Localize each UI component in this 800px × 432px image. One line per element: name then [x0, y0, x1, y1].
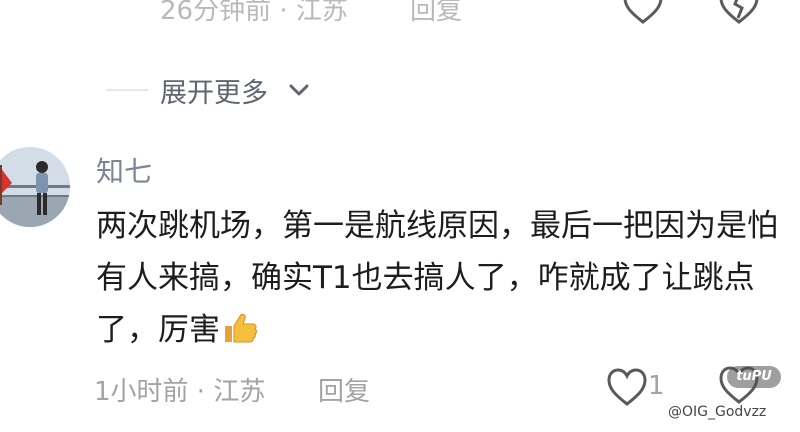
- expand-more-button[interactable]: 展开更多: [160, 71, 268, 110]
- chevron-down-icon[interactable]: [288, 82, 310, 98]
- thumbs-up-icon: [225, 313, 257, 343]
- comment-username[interactable]: 知七: [96, 150, 152, 190]
- avatar[interactable]: [0, 147, 70, 227]
- reply-button[interactable]: 回复: [318, 371, 370, 408]
- expand-divider: [106, 89, 148, 91]
- watermark-text: @OIG_Godvzz: [668, 404, 767, 420]
- comment-text: 两次跳机场，第一是航线原因，最后一把因为是怕有人来搞，确实T1也去搞人了，咋就成…: [96, 208, 778, 348]
- like-count: 1: [648, 371, 665, 401]
- heart-icon[interactable]: [622, 0, 664, 26]
- comment-meta: 1小时前 · 江苏: [94, 377, 266, 407]
- comment-content: 两次跳机场，第一是航线原因，最后一把因为是怕有人来搞，确实T1也去搞人了，咋就成…: [96, 200, 786, 356]
- prev-comment-meta: 26分钟前 · 江苏: [160, 0, 348, 26]
- heart-icon[interactable]: [606, 368, 648, 408]
- watermark-badge: tuPU: [727, 366, 781, 388]
- broken-heart-icon[interactable]: [718, 0, 760, 26]
- prev-reply-button[interactable]: 回复: [410, 0, 462, 27]
